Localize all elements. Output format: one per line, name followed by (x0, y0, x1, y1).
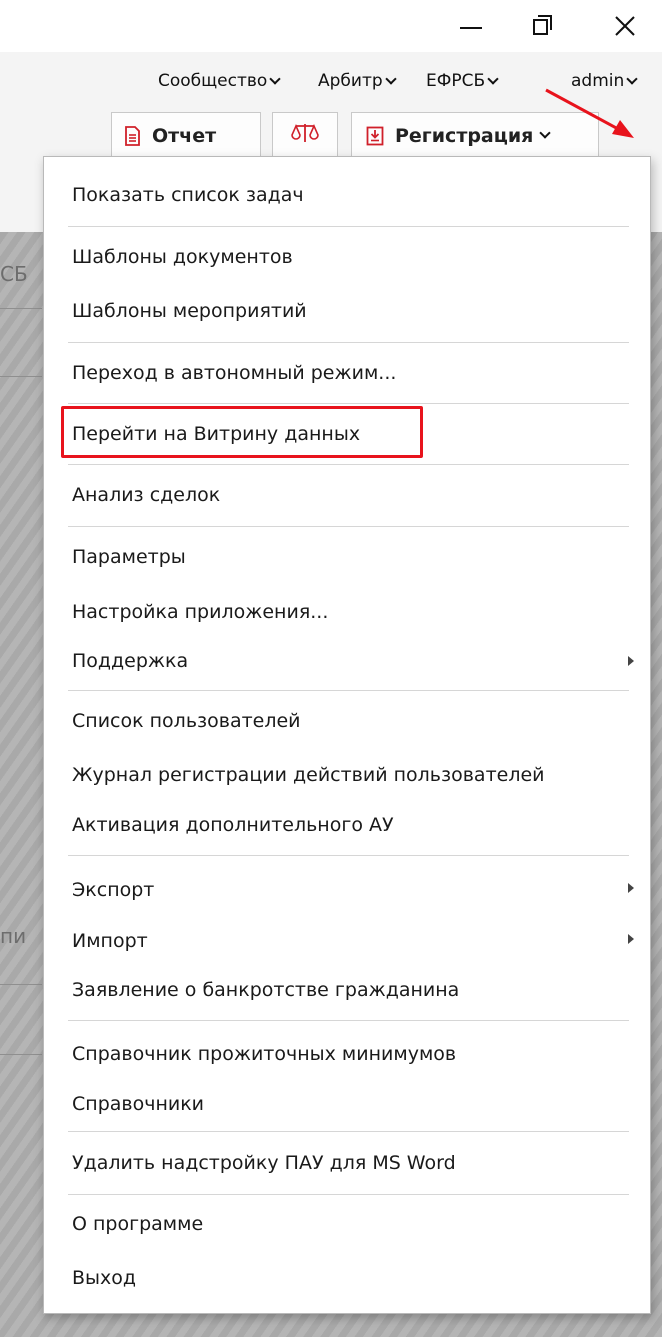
main-menu-dropdown: Показать список задач Шаблоны документов… (43, 156, 651, 1314)
nav-efrsb-label: ЕФРСБ (426, 71, 486, 91)
menu-item-references[interactable]: Справочники (72, 1089, 204, 1119)
menu-item-user-list[interactable]: Список пользователей (72, 706, 301, 736)
highlight-annotation-box (61, 406, 423, 458)
submenu-arrow-icon (628, 656, 634, 666)
divider (0, 984, 42, 985)
scales-button[interactable] (272, 112, 338, 158)
menu-item-subsistence[interactable]: Справочник прожиточных минимумов (72, 1039, 456, 1069)
chevron-down-icon (487, 72, 499, 85)
menu-separator (68, 1131, 629, 1132)
menu-separator (68, 690, 629, 691)
menu-item-offline-mode[interactable]: Переход в автономный режим... (72, 358, 396, 388)
annotation-arrow-icon (545, 88, 634, 138)
chevron-down-icon (269, 72, 281, 85)
nav-community-label: Сообщество (158, 71, 268, 91)
menu-item-event-templates[interactable]: Шаблоны мероприятий (72, 296, 307, 326)
divider (0, 308, 42, 309)
background-text-fragment: СБ (0, 262, 28, 286)
menu-item-import-label: Импорт (72, 930, 148, 952)
menu-separator (68, 1194, 629, 1195)
menu-item-doc-templates[interactable]: Шаблоны документов (72, 242, 293, 272)
download-box-icon (366, 126, 384, 146)
nav-efrsb-dropdown[interactable]: ЕФРСБ (426, 69, 499, 93)
menu-separator (68, 403, 629, 404)
menu-item-user-journal[interactable]: Журнал регистрации действий пользователе… (72, 760, 545, 790)
menu-item-activate-au[interactable]: Активация дополнительного АУ (72, 810, 394, 840)
minimize-button[interactable] (444, 0, 500, 52)
register-button-label: Регистрация (395, 124, 534, 147)
menu-item-exit[interactable]: Выход (72, 1263, 136, 1293)
menu-item-support[interactable]: Поддержка (72, 646, 642, 676)
menu-separator (68, 1020, 629, 1021)
menu-item-deal-analysis[interactable]: Анализ сделок (72, 480, 220, 510)
menu-separator (68, 855, 629, 856)
submenu-arrow-icon (628, 934, 634, 944)
document-icon (124, 125, 141, 146)
background-text-fragment: пи (0, 924, 27, 948)
menu-item-app-settings[interactable]: Настройка приложения... (72, 597, 328, 627)
submenu-arrow-icon (628, 883, 634, 893)
menu-item-remove-addin[interactable]: Удалить надстройку ПАУ для MS Word (72, 1148, 456, 1178)
menu-item-parameters[interactable]: Параметры (72, 542, 186, 572)
chevron-down-icon (384, 72, 397, 85)
menu-separator (68, 226, 629, 227)
menu-item-bankruptcy[interactable]: Заявление о банкротстве гражданина (72, 975, 459, 1005)
report-button-label: Отчет (152, 124, 217, 147)
close-button[interactable] (596, 0, 652, 52)
menu-separator (68, 464, 629, 465)
menu-item-support-label: Поддержка (72, 650, 189, 672)
menu-separator (68, 526, 629, 527)
menu-item-about[interactable]: О программе (72, 1209, 203, 1239)
window-title-bar (0, 0, 662, 52)
report-button[interactable]: Отчет (111, 112, 261, 158)
restore-icon (533, 19, 548, 35)
nav-community-dropdown[interactable]: Сообщество (158, 69, 281, 93)
divider (0, 376, 42, 377)
nav-arbitr-dropdown[interactable]: Арбитр (318, 69, 397, 93)
restore-button[interactable] (516, 0, 572, 52)
menu-item-show-tasks[interactable]: Показать список задач (72, 180, 304, 210)
menu-item-export-label: Экспорт (72, 879, 155, 901)
minimize-icon (460, 27, 482, 29)
close-icon (615, 16, 635, 36)
menu-item-export[interactable]: Экспорт (72, 875, 642, 905)
nav-arbitr-label: Арбитр (318, 71, 383, 91)
menu-item-import[interactable]: Импорт (72, 926, 642, 956)
menu-separator (68, 342, 629, 343)
divider (0, 1054, 42, 1055)
scales-icon (291, 122, 319, 149)
